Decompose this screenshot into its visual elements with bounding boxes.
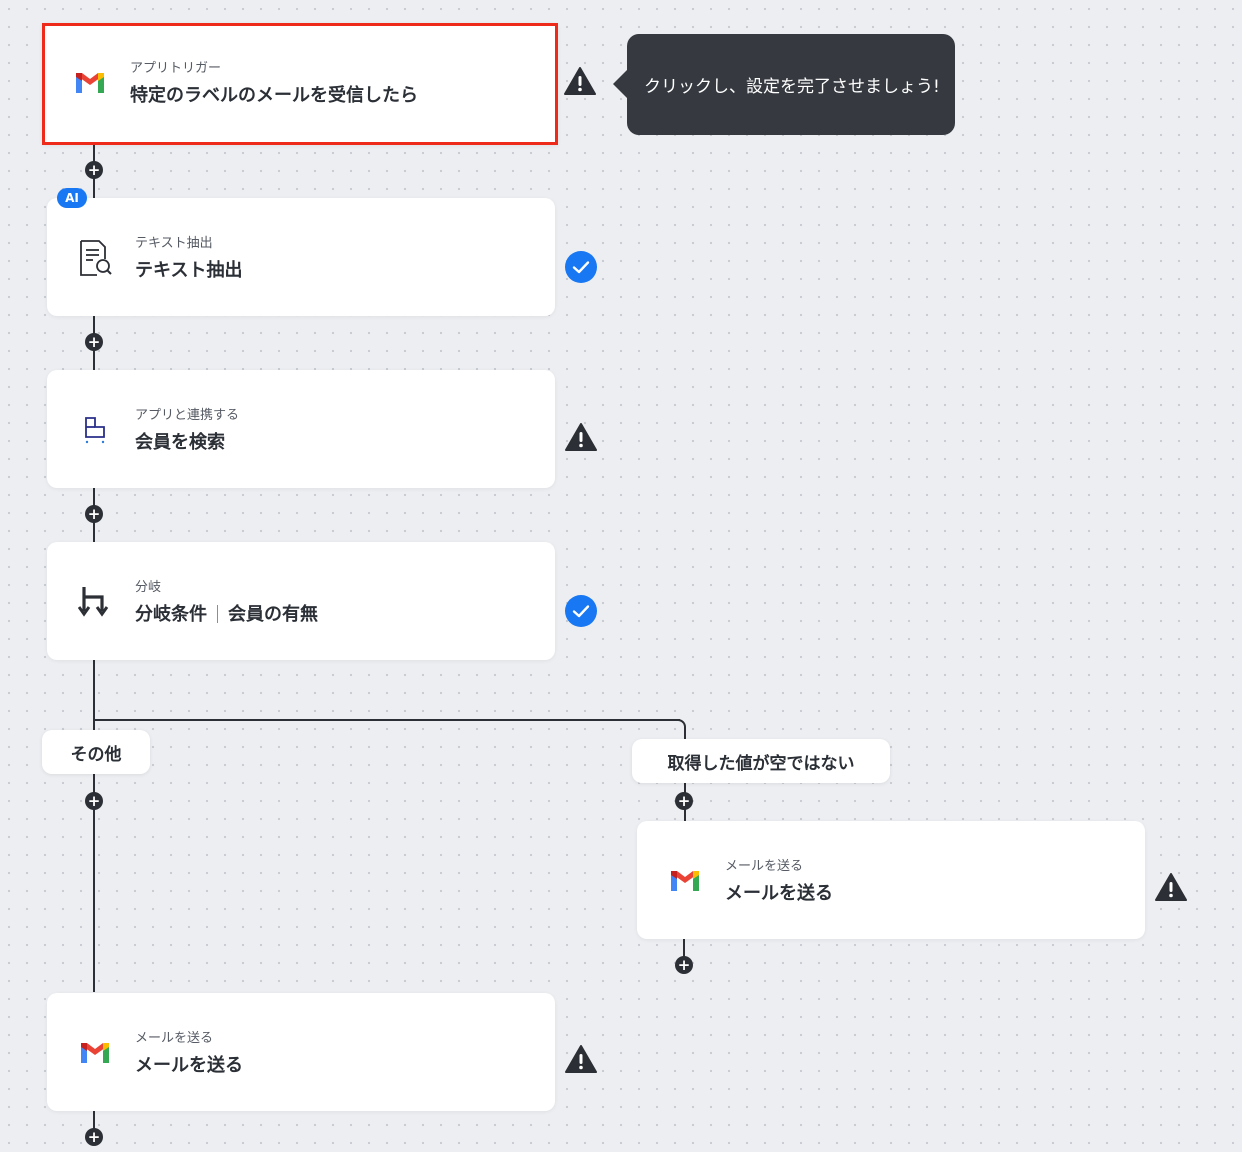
- warning-icon[interactable]: [563, 64, 597, 98]
- step-type-label: メールを送る: [725, 859, 804, 874]
- branch-label-other[interactable]: その他: [42, 730, 150, 774]
- step-type-label: アプリトリガー: [130, 61, 222, 76]
- tooltip-text: クリックし、設定を完了させましょう!: [644, 77, 940, 97]
- branch-condition-label: 分岐条件: [135, 604, 207, 625]
- check-icon: [564, 250, 598, 284]
- branch-condition-detail: 会員の有無: [228, 604, 318, 625]
- step-title: 分岐条件 会員の有無: [135, 600, 318, 626]
- branch-icon: [75, 582, 115, 622]
- step-card-send-mail-not-empty[interactable]: メールを送る メールを送る: [637, 821, 1145, 939]
- title-separator: [217, 605, 218, 623]
- add-step-button[interactable]: +: [85, 161, 103, 179]
- step-title: 特定のラベルのメールを受信したら: [130, 85, 418, 106]
- document-search-icon: [75, 238, 115, 278]
- check-icon: [564, 594, 598, 628]
- step-title: メールを送る: [725, 883, 833, 904]
- gmail-icon: [665, 861, 705, 901]
- ai-badge: AI: [57, 188, 87, 208]
- step-type-label: アプリと連携する: [135, 408, 240, 423]
- step-card-text-extraction[interactable]: AI テキスト抽出 テキスト抽出: [47, 188, 555, 316]
- branch-label-not-empty[interactable]: 取得した値が空ではない: [632, 739, 890, 783]
- step-title: メールを送る: [135, 1055, 243, 1076]
- step-card-send-mail-other[interactable]: メールを送る メールを送る: [47, 993, 555, 1111]
- add-step-button[interactable]: +: [85, 792, 103, 810]
- step-type-label: テキスト抽出: [135, 236, 213, 251]
- connector-line: [93, 658, 95, 992]
- add-step-button[interactable]: +: [85, 505, 103, 523]
- app-connector-icon: [75, 410, 115, 450]
- step-card-member-search[interactable]: アプリと連携する 会員を検索: [47, 370, 555, 488]
- step-title: 会員を検索: [135, 432, 225, 453]
- setup-tooltip: クリックし、設定を完了させましょう!: [613, 34, 955, 135]
- warning-icon[interactable]: [564, 1042, 598, 1076]
- step-type-label: 分岐: [135, 580, 162, 595]
- gmail-icon: [75, 1033, 115, 1073]
- branch-horizontal-line: [93, 719, 680, 721]
- add-step-button[interactable]: +: [85, 333, 103, 351]
- step-title: テキスト抽出: [135, 260, 243, 281]
- step-card-branch[interactable]: 分岐 分岐条件 会員の有無: [47, 542, 555, 660]
- step-card-trigger[interactable]: アプリトリガー 特定のラベルのメールを受信したら: [42, 23, 558, 145]
- add-step-button[interactable]: +: [675, 956, 693, 974]
- gmail-icon: [70, 63, 110, 103]
- warning-icon[interactable]: [564, 420, 598, 454]
- add-step-button[interactable]: +: [675, 792, 693, 810]
- warning-icon[interactable]: [1154, 870, 1188, 904]
- add-step-button[interactable]: +: [85, 1128, 103, 1146]
- step-type-label: メールを送る: [135, 1031, 214, 1046]
